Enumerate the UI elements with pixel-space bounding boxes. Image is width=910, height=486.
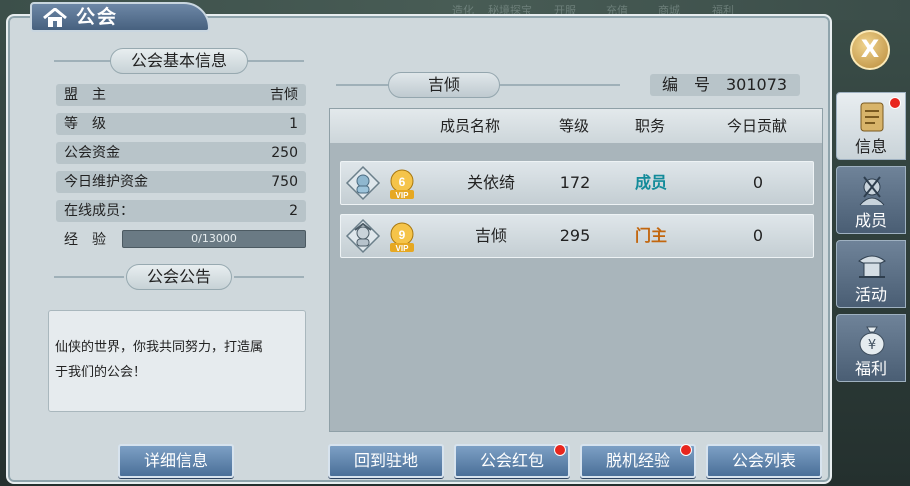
info-label: 在线成员：	[64, 203, 134, 219]
col-header-level: 等级	[558, 117, 589, 135]
vip-tag: VIP	[396, 244, 410, 253]
tab-info[interactable]: 信息	[836, 92, 906, 160]
detail-info-button[interactable]: 详细信息	[118, 444, 234, 478]
col-header-name: 成员名称	[439, 117, 500, 135]
info-value: 750	[271, 174, 298, 190]
guild-name-badge: 吉倾	[388, 72, 500, 98]
member-table: 成员名称 等级 职务 今日贡献 6 VIP 关依绮 172 成员 0 9 VIP…	[329, 108, 823, 432]
basic-info-header: 公会基本信息	[48, 48, 310, 74]
info-row-leader: 盟 主 吉倾	[56, 84, 306, 106]
tab-activity-label: 活动	[854, 285, 887, 304]
notification-dot	[680, 444, 692, 456]
guild-panel: 公会基本信息 盟 主 吉倾 等 级 1 公会资金 250 今日维护资金 750 …	[6, 14, 832, 484]
vip-badge-icon: 9 VIP	[390, 222, 414, 253]
activity-icon	[858, 255, 886, 278]
window-title-tab: 公会	[30, 2, 210, 32]
home-icon	[43, 8, 67, 27]
close-button[interactable]: X	[850, 30, 890, 70]
info-row-exp: 经 验 0/13000	[56, 229, 306, 251]
member-role: 成员	[634, 173, 667, 192]
info-value: 1	[289, 116, 298, 132]
guild-info-column: 公会基本信息 盟 主 吉倾 等 级 1 公会资金 250 今日维护资金 750 …	[48, 48, 310, 486]
info-value: 吉倾	[270, 87, 298, 103]
member-level: 295	[559, 226, 591, 245]
tab-welfare[interactable]: ¥ 福利	[836, 314, 906, 382]
notification-dot	[889, 97, 901, 109]
scroll-icon	[860, 102, 884, 132]
back-to-base-button[interactable]: 回到驻地	[328, 444, 444, 478]
exp-progress-bar: 0/13000	[122, 230, 306, 248]
member-role: 门主	[634, 226, 667, 245]
info-row-funds: 公会资金 250	[56, 142, 306, 164]
basic-info-title: 公会基本信息	[109, 48, 249, 74]
tab-activity[interactable]: 活动	[836, 240, 906, 308]
member-level: 172	[559, 173, 591, 192]
announcement-header: 公会公告	[48, 264, 310, 290]
col-header-role: 职务	[634, 117, 665, 135]
tab-welfare-label: 福利	[854, 359, 887, 378]
vip-badge-icon: 6 VIP	[390, 169, 414, 200]
member-table-header: 成员名称 等级 职务 今日贡献	[330, 109, 822, 143]
vip-level: 6	[399, 175, 406, 189]
member-area: 吉倾 编 号 301073 成员名称 等级 职务 今日贡献 6 VIP 关依绮 …	[316, 48, 828, 486]
avatar-icon	[345, 165, 381, 201]
member-name: 吉倾	[474, 226, 507, 245]
window-title: 公会	[76, 6, 119, 28]
guild-red-packet-button[interactable]: 公会红包	[454, 444, 570, 478]
side-tab-bar: X 信息 成员 活动 ¥ 福利	[836, 30, 910, 486]
member-row[interactable]: 9 VIP 吉倾 295 门主 0	[340, 214, 814, 258]
announcement-text: 仙侠的世界，你我共同努力，打造属 于我们的公会！	[48, 310, 306, 412]
guild-list-button[interactable]: 公会列表	[706, 444, 822, 478]
info-label: 等 级	[64, 116, 106, 132]
notification-dot	[554, 444, 566, 456]
exp-progress-text: 0/13000	[191, 232, 237, 245]
offline-exp-label: 脱机经验	[605, 451, 670, 470]
members-icon	[859, 176, 885, 206]
info-value: 2	[289, 203, 298, 219]
tab-members[interactable]: 成员	[836, 166, 906, 234]
vip-level: 9	[399, 228, 406, 242]
info-label: 盟 主	[64, 87, 106, 103]
avatar-icon	[345, 218, 381, 254]
money-bag-icon: ¥	[859, 326, 885, 356]
tab-members-label: 成员	[854, 211, 887, 230]
guild-id: 编 号 301073	[650, 74, 800, 96]
guild-red-packet-label: 公会红包	[479, 451, 544, 470]
col-header-contribution: 今日贡献	[726, 117, 787, 135]
member-row[interactable]: 6 VIP 关依绮 172 成员 0	[340, 161, 814, 205]
announcement-title: 公会公告	[125, 264, 233, 290]
exp-label: 经 验	[64, 232, 106, 248]
member-contribution: 0	[752, 226, 764, 245]
info-value: 250	[271, 145, 298, 161]
guild-id-label: 编 号	[662, 75, 711, 94]
offline-exp-button[interactable]: 脱机经验	[580, 444, 696, 478]
member-contribution: 0	[752, 173, 764, 192]
announcement-line: 仙侠的世界，你我共同努力，打造属	[55, 340, 264, 355]
info-row-maintenance: 今日维护资金 750	[56, 171, 306, 193]
info-row-online: 在线成员： 2	[56, 200, 306, 222]
info-label: 公会资金	[64, 145, 120, 161]
info-label: 今日维护资金	[64, 174, 148, 190]
member-name: 关依绮	[466, 173, 515, 192]
tab-info-label: 信息	[854, 137, 887, 156]
svg-text:¥: ¥	[868, 338, 876, 353]
guild-id-value: 301073	[726, 75, 788, 94]
announcement-line: 于我们的公会！	[55, 365, 147, 380]
game-screen: 造化 秘境探宝 开服 充值 商城 福利 公会基本信息 盟 主 吉倾 等 级 1 …	[0, 0, 910, 486]
vip-tag: VIP	[396, 191, 410, 200]
info-row-level: 等 级 1	[56, 113, 306, 135]
